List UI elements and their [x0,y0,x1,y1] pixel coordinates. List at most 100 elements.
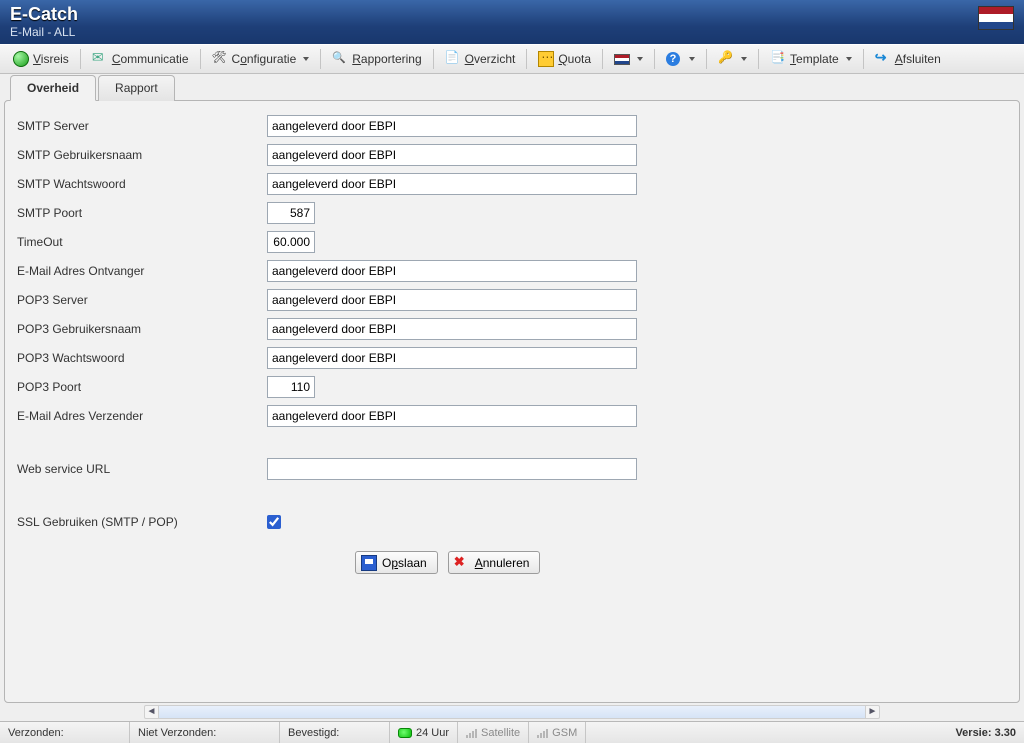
toolbar-language[interactable] [607,51,650,68]
label-web-url: Web service URL [15,462,267,476]
toolbar-template[interactable]: Template [763,48,859,70]
app-header: E-Catch E-Mail - ALL [0,0,1024,44]
input-pop3-user[interactable] [267,318,637,340]
globe-icon [13,51,29,67]
magnifier-icon [332,51,348,67]
status-gsm: GSM [529,722,586,743]
chevron-down-icon [846,57,852,61]
toolbar-label: Afsluiten [895,52,941,66]
toolbar-separator [706,49,707,69]
input-web-url[interactable] [267,458,637,480]
toolbar-separator [602,49,603,69]
key-icon [718,51,734,67]
toolbar-separator [200,49,201,69]
input-pop3-port[interactable] [267,376,315,398]
status-bar: Verzonden: Niet Verzonden: Bevestigd: 24… [0,721,1024,743]
toolbar-separator [433,49,434,69]
toolbar-overzicht[interactable]: Overzicht [438,48,523,70]
label-pop3-pass: POP3 Wachtswoord [15,351,267,365]
chevron-down-icon [637,57,643,61]
toolbar-label: Communicatie [112,52,189,66]
chevron-down-icon [741,57,747,61]
toolbar-separator [80,49,81,69]
tab-overheid[interactable]: Overheid [10,75,96,101]
template-icon [770,51,786,67]
toolbar-communicatie[interactable]: Communicatie [85,48,196,70]
app-title: E-Catch [10,4,78,25]
input-pop3-server[interactable] [267,289,637,311]
input-smtp-port[interactable] [267,202,315,224]
status-niet-verzonden: Niet Verzonden: [130,722,280,743]
tools-icon [212,51,228,67]
cancel-button[interactable]: Annuleren [448,551,541,574]
input-smtp-user[interactable] [267,144,637,166]
input-smtp-pass[interactable] [267,173,637,195]
label-pop3-server: POP3 Server [15,293,267,307]
cancel-icon [454,555,470,571]
toolbar-label: Rapportering [352,52,421,66]
label-email-recv: E-Mail Adres Ontvanger [15,264,267,278]
scroll-right-icon[interactable]: ► [865,706,879,718]
horizontal-scrollbar[interactable]: ◄ ► [144,705,880,719]
toolbar-quota[interactable]: Quota [531,48,598,70]
status-bevestigd: Bevestigd: [280,722,390,743]
scroll-track[interactable] [159,706,865,718]
help-icon [666,51,682,67]
form-panel: SMTP Server SMTP Gebruikersnaam SMTP Wac… [4,100,1020,703]
input-pop3-pass[interactable] [267,347,637,369]
button-label: Annuleren [475,556,530,570]
signal-bars-icon [466,728,477,738]
exit-icon [875,51,891,67]
toolbar-separator [526,49,527,69]
toolbar-separator [320,49,321,69]
toolbar-afsluiten[interactable]: Afsluiten [868,48,948,70]
input-smtp-server[interactable] [267,115,637,137]
tab-bar: Overheid Rapport [4,75,1020,101]
content-area: Overheid Rapport SMTP Server SMTP Gebrui… [0,74,1024,721]
toolbar-label: Configuratie [232,52,297,66]
label-smtp-user: SMTP Gebruikersnaam [15,148,267,162]
toolbar-separator [758,49,759,69]
app-subtitle: E-Mail - ALL [10,25,78,39]
label-timeout: TimeOut [15,235,267,249]
label-pop3-user: POP3 Gebruikersnaam [15,322,267,336]
chevron-down-icon [689,57,695,61]
status-verzonden: Verzonden: [0,722,130,743]
scroll-left-icon[interactable]: ◄ [145,706,159,718]
label-smtp-port: SMTP Poort [15,206,267,220]
toolbar-help[interactable] [659,48,702,70]
toolbar-label: Quota [558,52,591,66]
toolbar-separator [654,49,655,69]
status-satellite: Satellite [458,722,529,743]
tab-rapport[interactable]: Rapport [98,75,175,101]
led-green-icon [398,728,412,738]
nl-flag-icon [978,6,1014,30]
mail-icon [92,51,108,67]
checkbox-ssl[interactable] [267,515,281,529]
input-timeout[interactable] [267,231,315,253]
toolbar-visreis[interactable]: Visreis [6,48,76,70]
signal-bars-icon [537,728,548,738]
document-icon [445,51,461,67]
label-smtp-pass: SMTP Wachtswoord [15,177,267,191]
button-label: Opslaan [382,556,427,570]
toolbar-rapportering[interactable]: Rapportering [325,48,428,70]
toolbar-separator [863,49,864,69]
input-email-send[interactable] [267,405,637,427]
input-email-recv[interactable] [267,260,637,282]
status-version: Versie: 3.30 [947,727,1024,739]
label-pop3-port: POP3 Poort [15,380,267,394]
status-24uur: 24 Uur [390,722,458,743]
quota-icon [538,51,554,67]
toolbar-label: Template [790,52,839,66]
chevron-down-icon [303,57,309,61]
save-icon [361,555,377,571]
label-email-send: E-Mail Adres Verzender [15,409,267,423]
toolbar-configuratie[interactable]: Configuratie [205,48,317,70]
save-button[interactable]: Opslaan [355,551,438,574]
toolbar-key[interactable] [711,48,754,70]
button-row: Opslaan Annuleren [355,551,1009,574]
label-ssl: SSL Gebruiken (SMTP / POP) [15,515,267,529]
toolbar-label: Overzicht [465,52,516,66]
toolbar-label: Visreis [33,52,69,66]
